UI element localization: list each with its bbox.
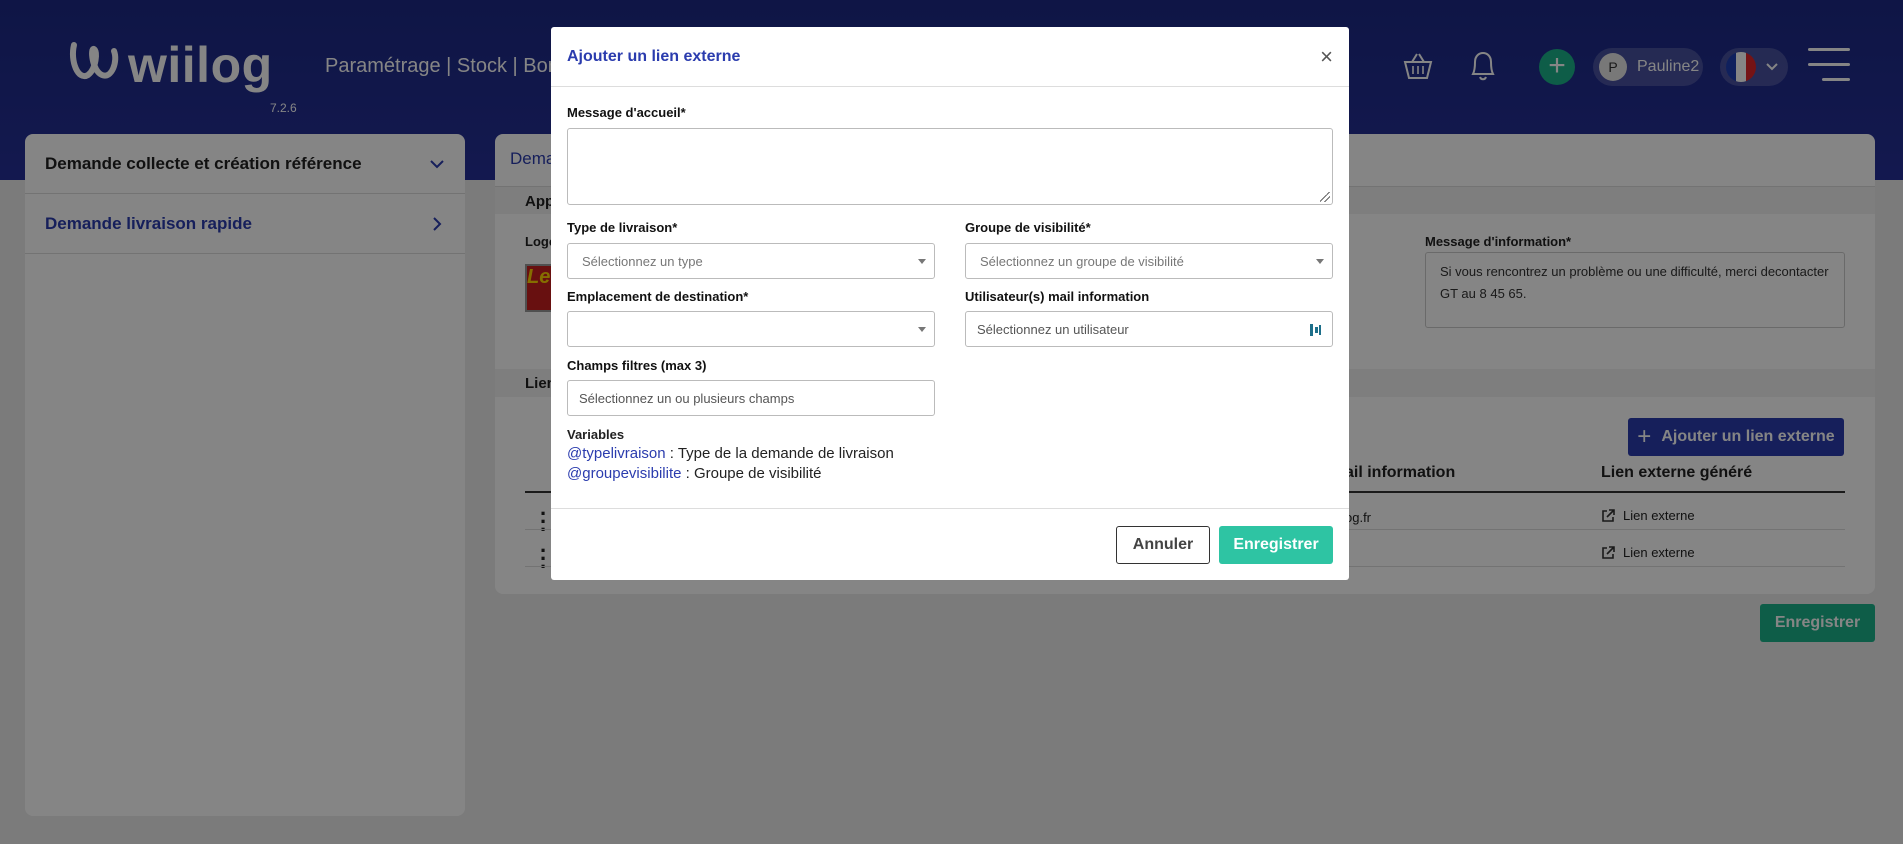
save-button[interactable]: Enregistrer	[1219, 526, 1333, 564]
destination-label: Emplacement de destination*	[567, 289, 749, 304]
users-mail-label: Utilisateur(s) mail information	[965, 289, 1150, 304]
destination-select[interactable]	[567, 311, 935, 347]
filter-fields-label: Champs filtres (max 3)	[567, 358, 707, 373]
cancel-button[interactable]: Annuler	[1116, 526, 1210, 564]
input-placeholder: Sélectionnez un ou plusieurs champs	[579, 390, 795, 406]
user-icon	[1310, 324, 1321, 336]
caret-down-icon	[918, 259, 926, 264]
resize-handle-icon[interactable]	[1320, 192, 1330, 202]
variable-desc: : Type de la demande de livraison	[665, 445, 894, 462]
visibility-group-select[interactable]: Sélectionnez un groupe de visibilité	[965, 243, 1333, 279]
variables-title: Variables	[567, 427, 625, 442]
visibility-group-label: Groupe de visibilité*	[965, 220, 1091, 235]
users-mail-input[interactable]: Sélectionnez un utilisateur	[965, 311, 1333, 347]
select-placeholder: Sélectionnez un type	[582, 253, 703, 269]
caret-down-icon	[918, 327, 926, 332]
variable-item: @typelivraison : Type de la demande de l…	[567, 445, 894, 462]
caret-down-icon	[1316, 259, 1324, 264]
delivery-type-select[interactable]: Sélectionnez un type	[567, 243, 935, 279]
filter-fields-input[interactable]: Sélectionnez un ou plusieurs champs	[567, 380, 935, 416]
select-placeholder: Sélectionnez un groupe de visibilité	[980, 253, 1184, 269]
variable-name[interactable]: @groupevisibilite	[567, 465, 681, 482]
modal-title: Ajouter un lien externe	[567, 47, 741, 65]
welcome-message-textarea[interactable]	[567, 128, 1333, 205]
input-placeholder: Sélectionnez un utilisateur	[977, 321, 1129, 337]
variable-item: @groupevisibilite : Groupe de visibilité	[567, 465, 822, 482]
modal-header: Ajouter un lien externe ×	[551, 27, 1349, 87]
variable-name[interactable]: @typelivraison	[567, 445, 666, 462]
close-icon[interactable]: ×	[1320, 45, 1333, 67]
modal-footer-divider	[551, 508, 1349, 509]
add-external-link-modal: Ajouter un lien externe × Message d'accu…	[551, 27, 1349, 580]
delivery-type-label: Type de livraison*	[567, 220, 678, 235]
welcome-message-label: Message d'accueil*	[567, 105, 686, 120]
variable-desc: : Groupe de visibilité	[681, 465, 822, 482]
